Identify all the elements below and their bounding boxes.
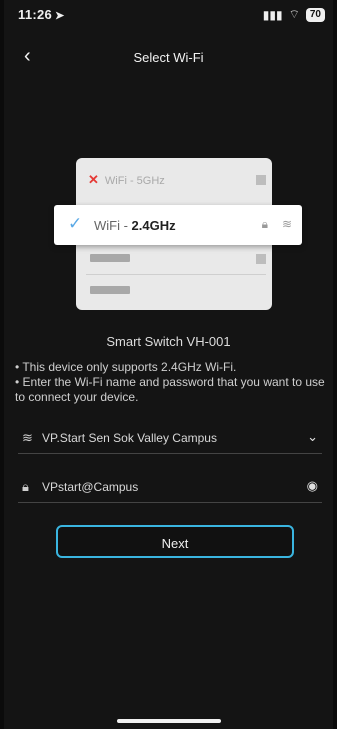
note-line-1: • This device only supports 2.4GHz Wi-Fi…	[15, 360, 237, 374]
home-indicator	[117, 719, 221, 723]
next-button[interactable]: Next	[56, 525, 294, 558]
illustration-selected-network: ✓ WiFi - 2.4GHz 🔒︎ ≋	[54, 205, 302, 245]
battery-icon: 70	[305, 7, 325, 22]
check-icon: ✓	[68, 214, 83, 233]
screen: 11:26 ➤ ▮▮▮ ⌔ 70 ‹ Select Wi-Fi ✕ WiFi - 5…	[4, 0, 333, 729]
nav-header: ‹ Select Wi-Fi	[4, 44, 333, 74]
wifi-name-field[interactable]: ≋ VP.Start Sen Sok Valley Campus ⌄	[18, 425, 322, 454]
wifi-icon: ≋	[22, 430, 33, 445]
wifi-icon: ≋	[281, 217, 292, 231]
signal-icon: ▮▮▮	[262, 7, 283, 22]
close-icon: ✕	[88, 172, 99, 187]
device-name: Smart Switch VH-001	[106, 334, 231, 349]
wifi-icon: ⌔	[288, 7, 300, 21]
illustration-square	[256, 175, 266, 185]
illustration-square	[256, 254, 266, 264]
note-line-2: • Enter the Wi-Fi name and password that…	[15, 375, 325, 404]
lock-icon: 🔒︎	[261, 217, 268, 231]
chevron-down-icon[interactable]: ⌄	[307, 429, 318, 445]
password-value[interactable]: VPstart@Campus	[42, 480, 138, 494]
device-note: • This device only supports 2.4GHz Wi-Fi…	[15, 360, 325, 405]
status-time: 11:26 ➤	[18, 7, 65, 22]
wifi-name-value: VP.Start Sen Sok Valley Campus	[42, 431, 217, 445]
illustration-bar	[90, 286, 130, 294]
illustration-5ghz-row: ✕ WiFi - 5GHz	[88, 172, 165, 187]
location-arrow-icon: ➤	[55, 10, 65, 22]
illustration-bar	[90, 254, 130, 262]
page-title: Select Wi-Fi	[133, 50, 204, 65]
eye-icon[interactable]: ◉	[307, 478, 318, 494]
illustration-network-label: WiFi - 2.4GHz	[94, 218, 176, 233]
status-icons: ▮▮▮ ⌔ 70	[263, 7, 325, 22]
status-bar: 11:26 ➤ ▮▮▮ ⌔ 70	[4, 0, 333, 30]
password-field[interactable]: 🔒︎ VPstart@Campus ◉	[18, 474, 322, 503]
illustration-divider	[86, 274, 266, 275]
lock-icon: 🔒︎	[22, 479, 29, 494]
